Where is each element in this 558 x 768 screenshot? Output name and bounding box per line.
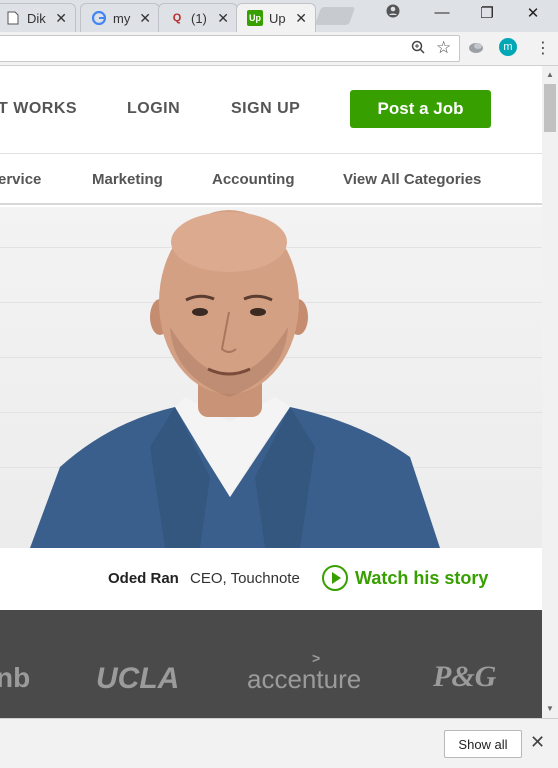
profile-avatar[interactable]: m	[499, 38, 517, 56]
testimonial-caption: Oded Ran CEO, Touchnote Watch his story	[0, 548, 542, 610]
category-bar: ervice Marketing Accounting View All Cat…	[0, 155, 542, 205]
category-marketing[interactable]: Marketing	[92, 171, 163, 188]
quora-icon: Q	[172, 12, 182, 24]
close-icon[interactable]: ✕	[139, 10, 151, 27]
nav-login[interactable]: LOGIN	[127, 100, 180, 118]
hero-image	[0, 207, 542, 548]
tab-title: Up	[269, 10, 286, 26]
close-window-icon[interactable]: ✕	[521, 4, 545, 24]
post-job-button[interactable]: Post a Job	[350, 90, 491, 128]
person-portrait	[30, 210, 440, 548]
scroll-thumb[interactable]	[544, 84, 556, 132]
client-logos-bar: nb UCLA > accenture P&G	[0, 610, 542, 718]
close-icon[interactable]: ✕	[217, 10, 229, 27]
show-all-button[interactable]: Show all	[444, 730, 522, 758]
tab-title: my	[113, 10, 131, 26]
logo-ucla: UCLA	[96, 662, 180, 695]
tab-title: Dik	[27, 10, 46, 26]
logo-pg: P&G	[433, 660, 497, 693]
extension-icon[interactable]	[468, 40, 484, 58]
person-role: CEO, Touchnote	[190, 570, 300, 587]
minimize-icon[interactable]: —	[430, 4, 454, 24]
top-navigation: T WORKS LOGIN SIGN UP Post a Job	[0, 66, 542, 154]
close-icon[interactable]: ✕	[55, 10, 67, 27]
nav-how-it-works[interactable]: T WORKS	[0, 100, 77, 118]
browser-tab-strip: Dik ✕ my ✕ Q (1) ✕ Up Up ✕ — ❐ ✕	[0, 0, 558, 32]
page-scrollbar[interactable]: ▲ ▼	[542, 66, 558, 718]
browser-toolbar: ☆ m ⋮	[0, 32, 558, 66]
logo-partial: nb	[0, 662, 31, 693]
close-icon[interactable]: ✕	[530, 732, 545, 753]
bookmark-star-icon[interactable]: ☆	[436, 38, 451, 58]
download-bar: Show all ✕	[0, 718, 558, 768]
tab-title: (1)	[191, 10, 207, 26]
person-name: Oded Ran	[108, 570, 179, 587]
upwork-page: T WORKS LOGIN SIGN UP Post a Job ervice …	[0, 66, 542, 718]
category-view-all[interactable]: View All Categories	[343, 171, 481, 188]
scroll-up-icon[interactable]: ▲	[546, 70, 554, 79]
tab-4-active[interactable]: Up Up ✕	[236, 3, 316, 32]
play-icon[interactable]	[322, 565, 348, 591]
zoom-icon[interactable]	[411, 40, 425, 58]
logo-accenture: accenture	[247, 664, 362, 694]
category-accounting[interactable]: Accounting	[212, 171, 295, 188]
scroll-down-icon[interactable]: ▼	[546, 704, 554, 713]
google-icon	[91, 10, 107, 26]
tab-2[interactable]: my ✕	[80, 3, 160, 32]
restore-icon[interactable]: ❐	[475, 4, 499, 24]
tab-1[interactable]: Dik ✕	[0, 3, 76, 32]
nav-sign-up[interactable]: SIGN UP	[231, 100, 300, 118]
tab-3[interactable]: Q (1) ✕	[158, 3, 238, 32]
category-service[interactable]: ervice	[0, 171, 41, 188]
document-icon	[5, 10, 21, 26]
upwork-icon: Up	[247, 10, 263, 26]
watch-story-link[interactable]: Watch his story	[355, 568, 488, 589]
new-tab-button[interactable]	[314, 7, 356, 25]
menu-dots-icon[interactable]: ⋮	[535, 38, 551, 58]
address-bar[interactable]	[0, 35, 460, 62]
close-icon[interactable]: ✕	[295, 10, 307, 27]
profile-icon[interactable]	[381, 4, 405, 24]
